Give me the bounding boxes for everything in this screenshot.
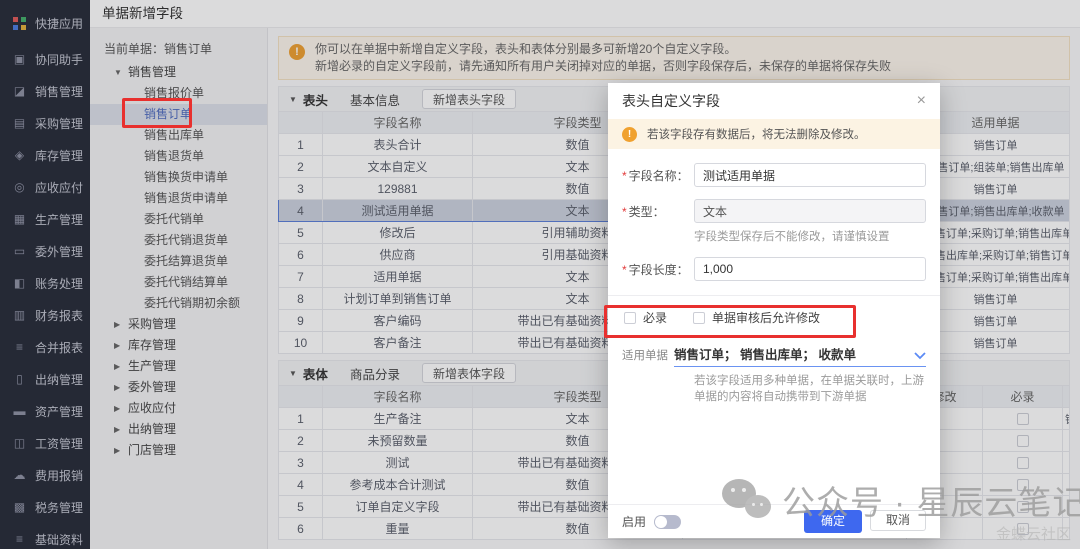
chevron-down-icon[interactable]	[914, 349, 926, 363]
enable-label: 启用	[622, 513, 646, 530]
enable-toggle[interactable]	[654, 515, 681, 529]
field-type-helper: 字段类型保存后不能修改，请谨慎设置	[694, 229, 926, 245]
editable-after-audit-checkbox[interactable]	[693, 312, 705, 324]
field-type-input[interactable]	[694, 199, 926, 223]
cancel-button[interactable]: 取消	[870, 510, 926, 531]
field-type-label: 类型：	[622, 203, 694, 220]
applicable-docs-value: 销售订单； 销售出库单； 收款单	[674, 344, 910, 363]
field-name-input[interactable]	[694, 163, 926, 187]
required-checkbox[interactable]	[624, 312, 636, 324]
required-checkbox-item[interactable]: 必录	[624, 309, 667, 326]
modal-warning-banner: ! 若该字段存有数据后，将无法删除及修改。	[608, 119, 940, 149]
modal-warning-text: 若该字段存有数据后，将无法删除及修改。	[647, 126, 866, 142]
editable-after-audit-checkbox-item[interactable]: 单据审核后允许修改	[693, 309, 820, 326]
field-name-label: 字段名称：	[622, 167, 694, 184]
field-length-label: 字段长度：	[622, 261, 694, 278]
warning-icon: !	[622, 127, 637, 142]
applicable-docs-select[interactable]: 销售订单； 销售出库单； 收款单	[674, 344, 926, 367]
field-length-input[interactable]	[694, 257, 926, 281]
confirm-button[interactable]: 确定	[804, 510, 862, 533]
applicable-docs-label: 适用单据	[622, 347, 668, 367]
modal-title: 表头自定义字段	[622, 91, 720, 111]
header-custom-field-modal: 表头自定义字段 × ! 若该字段存有数据后，将无法删除及修改。 字段名称： 类型…	[608, 83, 940, 538]
applicable-docs-helper: 若该字段适用多种单据，在单据关联时，上游单据的内容将自动携带到下游单据	[694, 373, 926, 405]
close-icon[interactable]: ×	[917, 93, 926, 109]
